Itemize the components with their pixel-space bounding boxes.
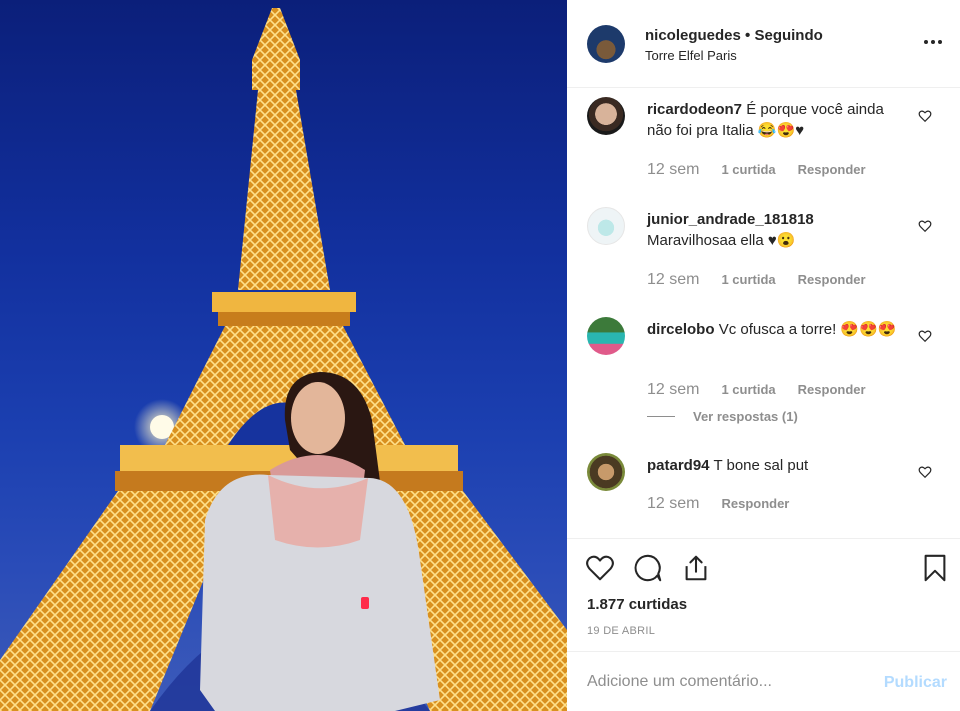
comment-body: T bone sal put: [713, 457, 809, 474]
heart-icon[interactable]: [918, 465, 932, 479]
comment-time[interactable]: 12 sem: [647, 381, 699, 399]
comment-text: patard94 T bone sal put: [647, 455, 912, 476]
comment-input[interactable]: [587, 670, 867, 694]
reply-button[interactable]: Responder: [798, 382, 866, 397]
heart-icon[interactable]: [918, 219, 932, 233]
heart-icon[interactable]: [918, 109, 932, 123]
comment-meta: 12 sem 1 curtida Responder: [647, 161, 866, 179]
view-replies-button[interactable]: Ver respostas (1): [647, 409, 798, 424]
eiffel-tower-photo: [0, 8, 567, 711]
comment-username[interactable]: dircelobo: [647, 321, 715, 338]
comment-time[interactable]: 12 sem: [647, 161, 699, 179]
post-photo[interactable]: [0, 0, 567, 711]
more-icon[interactable]: [924, 34, 946, 50]
comment-text: dircelobo Vc ofusca a torre! 😍😍😍: [647, 319, 912, 340]
comment-time[interactable]: 12 sem: [647, 495, 699, 513]
bookmark-icon[interactable]: [920, 553, 950, 583]
post-side-panel: nicoleguedes • Seguindo Torre Elfel Pari…: [567, 0, 960, 711]
replies-divider: [647, 416, 675, 417]
comment-meta: 12 sem Responder: [647, 495, 789, 513]
comment-username[interactable]: patard94: [647, 457, 710, 474]
comment-text: junior_andrade_181818 Maravilhosaa ella …: [647, 209, 912, 251]
post-date[interactable]: 19 DE ABRIL: [587, 625, 655, 637]
commenter-avatar[interactable]: [587, 207, 625, 245]
reply-button[interactable]: Responder: [721, 496, 789, 511]
share-icon[interactable]: [681, 553, 711, 583]
comment-meta: 12 sem 1 curtida Responder: [647, 271, 866, 289]
comment-form: Publicar: [567, 651, 960, 711]
comment-likes[interactable]: 1 curtida: [721, 382, 775, 397]
reply-button[interactable]: Responder: [798, 162, 866, 177]
heart-icon[interactable]: [918, 329, 932, 343]
follow-status[interactable]: Seguindo: [754, 27, 822, 44]
author-username[interactable]: nicoleguedes: [645, 27, 741, 44]
post-header: nicoleguedes • Seguindo Torre Elfel Pari…: [567, 0, 960, 88]
heart-icon[interactable]: [585, 553, 615, 583]
commenter-avatar[interactable]: [587, 317, 625, 355]
comment-body: Vc ofusca a torre! 😍😍😍: [718, 321, 897, 338]
comment-likes[interactable]: 1 curtida: [721, 162, 775, 177]
avatar[interactable]: [587, 25, 625, 63]
publish-button[interactable]: Publicar: [884, 674, 947, 692]
reply-button[interactable]: Responder: [798, 272, 866, 287]
commenter-avatar[interactable]: [587, 453, 625, 491]
comment-meta: 12 sem 1 curtida Responder: [647, 381, 866, 399]
commenter-avatar[interactable]: [587, 97, 625, 135]
view-replies-label: Ver respostas (1): [693, 409, 798, 424]
comment-body: Maravilhosaa ella ♥😮: [647, 232, 796, 249]
likes-count[interactable]: 1.877 curtidas: [587, 596, 687, 613]
post-actions: 1.877 curtidas 19 DE ABRIL: [567, 538, 960, 650]
comment-text: ricardodeon7 É porque você ainda não foi…: [647, 99, 912, 141]
comment-icon[interactable]: [633, 553, 663, 583]
post-location[interactable]: Torre Elfel Paris: [645, 48, 737, 63]
separator-dot: •: [745, 27, 751, 44]
comment-time[interactable]: 12 sem: [647, 271, 699, 289]
comment-username[interactable]: junior_andrade_181818: [647, 211, 814, 228]
header-user-line: nicoleguedes • Seguindo: [645, 27, 823, 44]
comment-username[interactable]: ricardodeon7: [647, 101, 742, 118]
comment-likes[interactable]: 1 curtida: [721, 272, 775, 287]
